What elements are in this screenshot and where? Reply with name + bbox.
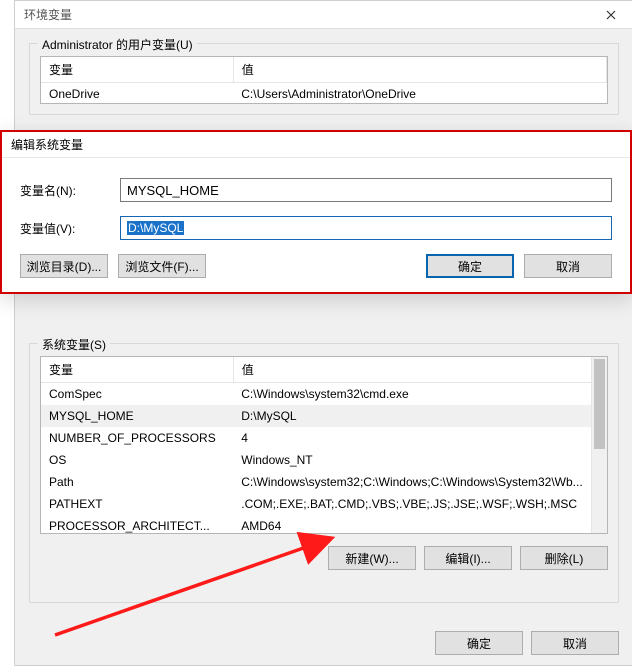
cancel-button[interactable]: 取消: [531, 631, 619, 655]
edit-button[interactable]: 编辑(I)...: [424, 546, 512, 570]
edit-dialog-titlebar: 编辑系统变量: [2, 132, 630, 158]
table-row[interactable]: PROCESSOR_ARCHITECT...AMD64: [41, 515, 607, 534]
var-name-label: 变量名(N):: [20, 182, 120, 199]
col-header-val[interactable]: 值: [233, 357, 606, 383]
var-value-cell: AMD64: [233, 515, 606, 534]
system-vars-group-title: 系统变量(S): [38, 336, 110, 353]
var-name-cell: ComSpec: [41, 383, 233, 406]
env-vars-title: 环境变量: [15, 6, 72, 23]
edit-sysvar-dialog: 编辑系统变量 变量名(N): 变量值(V): D:\MySQL 浏览目录(D).…: [0, 130, 632, 294]
var-name-cell: PROCESSOR_ARCHITECT...: [41, 515, 233, 534]
var-value-label: 变量值(V):: [20, 220, 120, 237]
col-header-val[interactable]: 值: [233, 57, 606, 83]
browse-file-button[interactable]: 浏览文件(F)...: [118, 254, 206, 278]
new-button[interactable]: 新建(W)...: [328, 546, 416, 570]
system-vars-group: 系统变量(S) 变量 值 ComSpecC:\Windows\system32\…: [29, 343, 619, 603]
scrollbar-thumb[interactable]: [594, 359, 605, 449]
user-vars-group: Administrator 的用户变量(U) 变量 值 OneDriveC:\U…: [29, 43, 619, 115]
var-name-cell: Path: [41, 471, 233, 493]
var-name-cell: PATHEXT: [41, 493, 233, 515]
ok-button[interactable]: 确定: [435, 631, 523, 655]
col-header-var[interactable]: 变量: [41, 57, 233, 83]
table-row[interactable]: ComSpecC:\Windows\system32\cmd.exe: [41, 383, 607, 406]
system-vars-table[interactable]: 变量 值 ComSpecC:\Windows\system32\cmd.exeM…: [41, 357, 607, 534]
var-value-cell: Windows_NT: [233, 449, 606, 471]
var-name-cell: NUMBER_OF_PROCESSORS: [41, 427, 233, 449]
col-header-var[interactable]: 变量: [41, 357, 233, 383]
var-value-selected-text: D:\MySQL: [127, 221, 184, 235]
table-row[interactable]: PATHEXT.COM;.EXE;.BAT;.CMD;.VBS;.VBE;.JS…: [41, 493, 607, 515]
var-name-cell: OS: [41, 449, 233, 471]
edit-cancel-button[interactable]: 取消: [524, 254, 612, 278]
env-vars-titlebar: 环境变量: [15, 1, 632, 29]
edit-dialog-title: 编辑系统变量: [2, 136, 83, 153]
var-value-cell: C:\Windows\system32;C:\Windows;C:\Window…: [233, 471, 606, 493]
var-name-cell: MYSQL_HOME: [41, 405, 233, 427]
env-vars-window: 环境变量 Administrator 的用户变量(U) 变量 值 OneDriv…: [14, 0, 632, 666]
var-value-cell: C:\Windows\system32\cmd.exe: [233, 383, 606, 406]
table-row[interactable]: OneDriveC:\Users\Administrator\OneDrive: [41, 83, 607, 106]
table-row[interactable]: OSWindows_NT: [41, 449, 607, 471]
browse-dir-button[interactable]: 浏览目录(D)...: [20, 254, 108, 278]
scrollbar[interactable]: [591, 357, 607, 533]
var-value-cell: .COM;.EXE;.BAT;.CMD;.VBS;.VBE;.JS;.JSE;.…: [233, 493, 606, 515]
var-name-input[interactable]: [120, 178, 612, 202]
var-value-input[interactable]: D:\MySQL: [120, 216, 612, 240]
table-row[interactable]: NUMBER_OF_PROCESSORS4: [41, 427, 607, 449]
var-value-cell: D:\MySQL: [233, 405, 606, 427]
user-vars-table[interactable]: 变量 值 OneDriveC:\Users\Administrator\OneD…: [41, 57, 607, 105]
close-icon[interactable]: [589, 1, 632, 28]
var-value-cell: 4: [233, 427, 606, 449]
user-vars-group-title: Administrator 的用户变量(U): [38, 36, 197, 53]
table-row[interactable]: MYSQL_HOMED:\MySQL: [41, 405, 607, 427]
var-value-cell: C:\Users\Administrator\OneDrive: [233, 83, 606, 106]
var-name-cell: OneDrive: [41, 83, 233, 106]
delete-button[interactable]: 删除(L): [520, 546, 608, 570]
table-row[interactable]: PathC:\Windows\system32;C:\Windows;C:\Wi…: [41, 471, 607, 493]
edit-ok-button[interactable]: 确定: [426, 254, 514, 278]
